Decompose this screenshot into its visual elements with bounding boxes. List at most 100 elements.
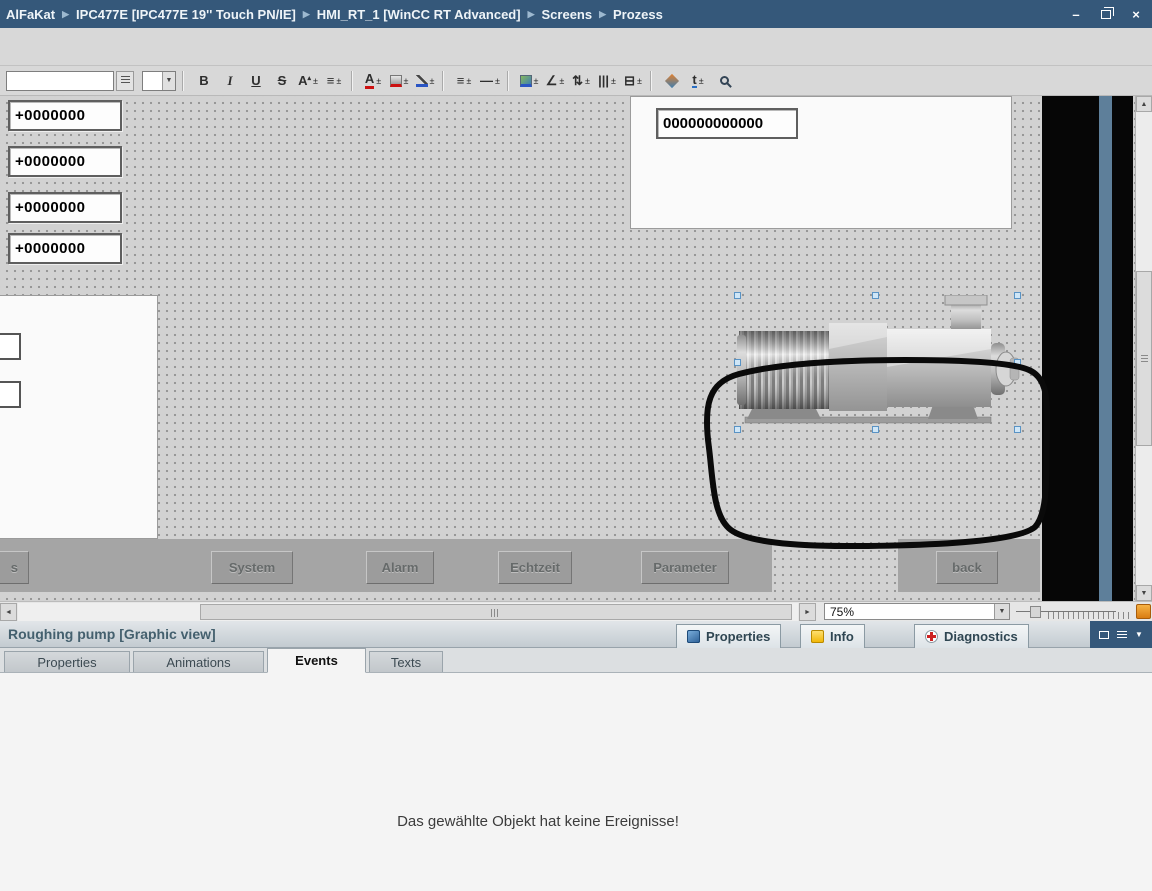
selection-handle[interactable] <box>1014 426 1021 433</box>
bold-button[interactable]: B <box>193 69 215 93</box>
properties-icon <box>687 630 700 643</box>
zoom-area-button[interactable] <box>713 69 735 93</box>
zoom-combobox[interactable]: 75% ▼ <box>824 603 1010 620</box>
scroll-up-button[interactable]: ▲ <box>1136 96 1152 112</box>
editor-status-row: ◄ ► 75% ▼ <box>0 601 1152 621</box>
screen-canvas[interactable]: +0000000 +0000000 +0000000 +0000000 0000… <box>0 96 1152 601</box>
breadcrumb-hmi[interactable]: HMI_RT_1 [WinCC RT Advanced] <box>317 7 521 22</box>
same-size-button[interactable]: ⊟± <box>622 69 644 93</box>
hmi-button-alarm[interactable]: Alarm <box>366 551 434 584</box>
selection-handle[interactable] <box>734 426 741 433</box>
down-arrow-icon: ▼ <box>1141 590 1148 597</box>
arrange-button[interactable]: ⇅± <box>570 69 592 93</box>
tab-texts[interactable]: Texts <box>369 651 443 672</box>
border-color-button[interactable]: ± <box>414 69 436 93</box>
toolbar-separator <box>182 71 183 91</box>
scroll-down-button[interactable]: ▼ <box>1136 585 1152 601</box>
horizontal-scroll-trough[interactable] <box>18 603 798 621</box>
small-io-box[interactable] <box>0 333 21 360</box>
dropdown-mark: ± <box>336 76 341 86</box>
breadcrumb-screens[interactable]: Screens <box>542 7 593 22</box>
float-window-icon[interactable] <box>1099 631 1109 639</box>
font-size-button[interactable]: A± <box>297 69 319 93</box>
format-painter-button[interactable] <box>661 69 683 93</box>
tab-events[interactable]: Events <box>267 648 366 673</box>
chevron-down-icon[interactable]: ▼ <box>994 604 1009 619</box>
screen-panel-left[interactable] <box>0 295 158 539</box>
inspector-window-controls: ▼ <box>1090 621 1152 648</box>
scroll-left-button[interactable]: ◄ <box>0 603 17 621</box>
inspector-content: Das gewählte Objekt hat keine Ereignisse… <box>0 673 1152 891</box>
format-painter-icon <box>665 73 679 87</box>
font-list-button[interactable] <box>116 71 134 91</box>
hmi-button-echtzeit[interactable]: Echtzeit <box>498 551 572 584</box>
selection-handle[interactable] <box>872 292 879 299</box>
hmi-button-system[interactable]: System <box>211 551 293 584</box>
zoom-slider-handle[interactable] <box>1030 606 1041 618</box>
hmi-button-clipped[interactable]: s <box>0 551 29 584</box>
breadcrumb-screen-name[interactable]: Prozess <box>613 7 663 22</box>
io-field[interactable]: +0000000 <box>8 100 122 131</box>
no-events-message: Das gewählte Objekt hat keine Ereignisse… <box>0 813 1076 830</box>
scroll-right-button[interactable]: ► <box>799 603 816 621</box>
underline-button[interactable]: U <box>245 69 267 93</box>
tab-animations[interactable]: Animations <box>133 651 264 672</box>
pane-tab-diagnostics[interactable]: Diagnostics <box>914 624 1029 648</box>
zoom-slider[interactable] <box>1016 602 1130 622</box>
line-width-button[interactable]: —± <box>479 69 501 93</box>
dock-window-icon[interactable] <box>1117 631 1127 639</box>
font-color-button[interactable]: A± <box>362 69 384 93</box>
font-name-combobox[interactable] <box>6 71 114 91</box>
zoom-slider-ticks <box>1048 612 1130 619</box>
screen-panel-top[interactable]: 000000000000 <box>630 96 1012 229</box>
editor-corner-icon[interactable] <box>1136 604 1151 619</box>
breadcrumb-separator-icon: ▶ <box>62 9 69 20</box>
breadcrumb-device[interactable]: IPC477E [IPC477E 19'' Touch PN/IE] <box>76 7 296 22</box>
io-field[interactable]: +0000000 <box>8 233 122 264</box>
selection-handle[interactable] <box>734 292 741 299</box>
selection-handle[interactable] <box>734 359 741 366</box>
italic-button[interactable]: I <box>219 69 241 93</box>
strikethrough-icon: S <box>278 74 287 87</box>
output-field[interactable]: 000000000000 <box>656 108 798 139</box>
black-screen-area[interactable] <box>1042 96 1133 601</box>
dropdown-mark: ± <box>466 76 471 86</box>
arrange-icon: ⇅ <box>572 74 583 87</box>
breadcrumb-project[interactable]: AlFaKat <box>6 7 55 22</box>
font-size-combobox[interactable]: ▼ <box>142 71 176 91</box>
close-button[interactable]: × <box>1128 6 1144 22</box>
restore-button[interactable] <box>1098 6 1114 22</box>
strikethrough-button[interactable]: S <box>271 69 293 93</box>
tab-order-button[interactable]: t± <box>687 69 709 93</box>
inspector-header: Roughing pump [Graphic view] Properties … <box>0 621 1152 648</box>
object-color-button[interactable]: ± <box>518 69 540 93</box>
io-field[interactable]: +0000000 <box>8 192 122 223</box>
collapse-pane-icon[interactable]: ▼ <box>1135 630 1143 639</box>
horizontal-scroll-thumb[interactable] <box>200 604 792 620</box>
format-toolbar: ▼ B I U S A± ≡± A± ± ± ≡± —± ± ∠± ⇅± |||… <box>0 66 1152 96</box>
io-field[interactable]: +0000000 <box>8 146 122 177</box>
tab-properties[interactable]: Properties <box>4 651 130 672</box>
text-align-button[interactable]: ≡± <box>323 69 345 93</box>
pane-tab-properties[interactable]: Properties <box>676 624 781 648</box>
hmi-button-parameter[interactable]: Parameter <box>641 551 729 584</box>
hmi-button-back[interactable]: back <box>936 551 998 584</box>
selection-handle[interactable] <box>872 426 879 433</box>
line-style-button[interactable]: ≡± <box>453 69 475 93</box>
font-color-icon: A <box>365 72 374 89</box>
distribute-button[interactable]: |||± <box>596 69 618 93</box>
magnifier-icon <box>720 76 729 85</box>
selection-handle[interactable] <box>1014 359 1021 366</box>
background-color-button[interactable]: ± <box>388 69 410 93</box>
minimize-button[interactable]: – <box>1068 6 1084 22</box>
vertical-scroll-thumb[interactable] <box>1136 271 1152 446</box>
pump-graphic-selected[interactable] <box>737 295 1020 433</box>
pane-tab-info[interactable]: Info <box>800 624 865 648</box>
toolbar-separator <box>442 71 443 91</box>
corner-style-button[interactable]: ∠± <box>544 69 566 93</box>
vertical-scrollbar[interactable]: ▲ ▼ <box>1135 96 1152 601</box>
titlebar: AlFaKat ▶ IPC477E [IPC477E 19'' Touch PN… <box>0 0 1152 28</box>
list-icon <box>121 76 130 85</box>
small-io-box[interactable] <box>0 381 21 408</box>
selection-handle[interactable] <box>1014 292 1021 299</box>
